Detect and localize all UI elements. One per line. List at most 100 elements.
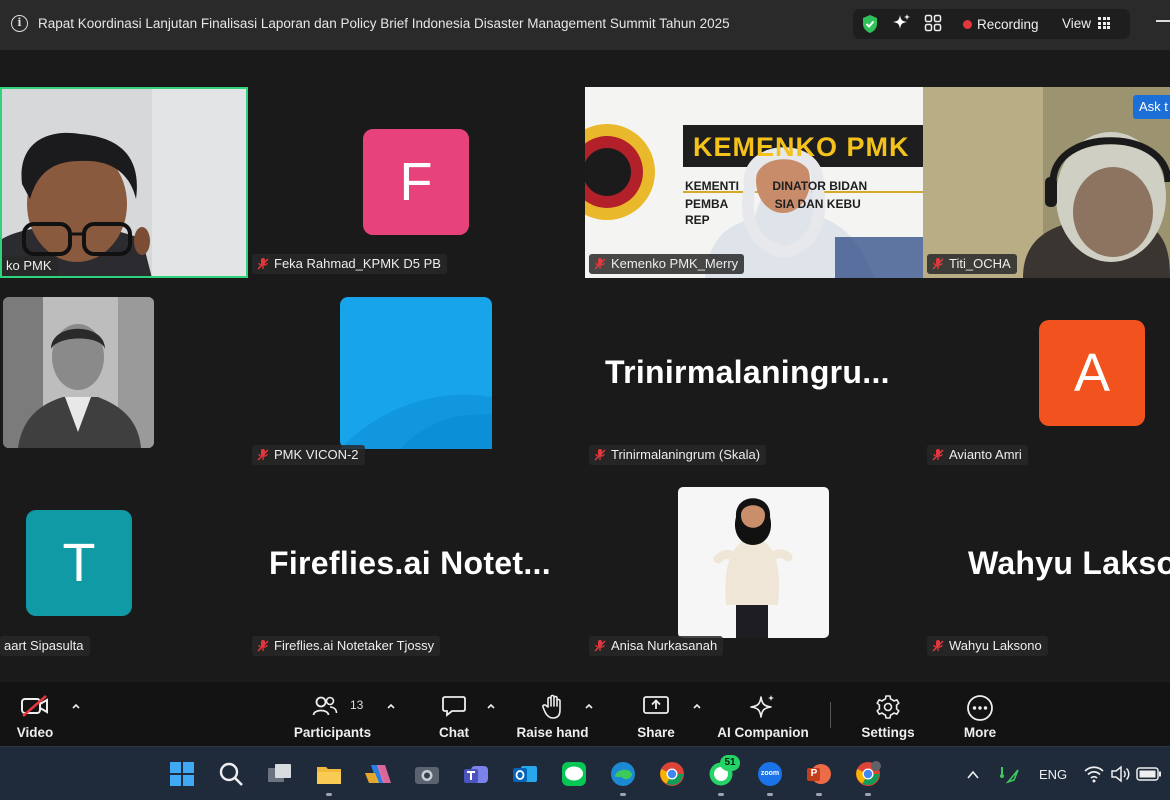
chevron-up-icon[interactable] — [584, 701, 594, 711]
participant-name-tag: Fireflies.ai Notetaker Tjossy — [252, 636, 441, 656]
participant-name-tag: Titi_OCHA — [927, 254, 1017, 274]
edge-browser-icon[interactable] — [610, 761, 636, 787]
participant-tile[interactable]: Fireflies.ai Notet... Fireflies.ai Notet… — [248, 469, 585, 660]
chat-label: Chat — [439, 725, 469, 740]
recording-dot-icon — [963, 20, 972, 29]
app-indicator — [718, 793, 724, 796]
app-indicator — [816, 793, 822, 796]
participant-photo — [678, 487, 829, 638]
video-off-icon — [21, 695, 48, 717]
participant-tile[interactable]: T aart Sipasulta — [0, 469, 248, 660]
mic-muted-icon — [932, 258, 944, 270]
chrome-profile-icon[interactable] — [855, 761, 881, 787]
video-button[interactable]: Video — [5, 682, 65, 746]
mic-muted-icon — [257, 258, 269, 270]
participants-count: 13 — [350, 698, 364, 712]
chevron-up-icon[interactable] — [692, 701, 702, 711]
participant-tile[interactable]: F Feka Rahmad_KPMK D5 PB — [248, 87, 585, 278]
participant-photo — [3, 297, 154, 448]
chevron-up-icon[interactable] — [71, 701, 81, 711]
participant-tile[interactable]: Trinirmalaningru... Trinirmalaningrum (S… — [585, 278, 923, 469]
video-label: Video — [16, 725, 54, 740]
chat-icon — [442, 696, 466, 717]
video-gallery: ko PMK F Feka Rahmad_KPMK D5 PB KEMENKO … — [0, 50, 1170, 682]
more-dots-icon — [967, 695, 993, 721]
info-icon[interactable]: i — [11, 15, 28, 32]
ai-sparkle-icon — [750, 695, 774, 718]
gear-icon — [876, 695, 900, 719]
mic-muted-icon — [932, 640, 944, 652]
ai-companion-button[interactable]: AI Companion — [715, 682, 811, 746]
participants-button[interactable]: 13 Participants — [290, 682, 375, 746]
app-indicator — [767, 793, 773, 796]
participant-wallpaper — [340, 297, 492, 449]
ai-sparkle-icon[interactable] — [891, 13, 911, 33]
participant-tile[interactable]: PMK VICON-2 — [248, 278, 585, 469]
settings-label: Settings — [861, 725, 915, 740]
participant-tile[interactable]: ko PMK — [0, 87, 248, 278]
grid-view-icon[interactable] — [1098, 17, 1110, 29]
volume-icon[interactable] — [1110, 765, 1130, 783]
ai-companion-label: AI Companion — [717, 725, 809, 740]
share-button[interactable]: Share — [630, 682, 682, 746]
chevron-up-icon[interactable] — [486, 701, 496, 711]
participant-name-tag: Feka Rahmad_KPMK D5 PB — [252, 254, 447, 274]
participant-name-tag: Avianto Amri — [927, 445, 1028, 465]
share-label: Share — [637, 725, 675, 740]
participant-name-tag: Wahyu Laksono — [927, 636, 1048, 656]
banner-subtext: KEMENTI DINATOR BIDAN — [685, 179, 868, 193]
language-indicator[interactable]: ENG — [1039, 767, 1067, 782]
participant-tile[interactable] — [3, 297, 154, 448]
participants-label: Participants — [293, 725, 372, 740]
outlook-icon[interactable] — [512, 761, 538, 787]
participant-tile[interactable]: A Avianto Amri — [923, 278, 1170, 469]
meeting-title: Rapat Koordinasi Lanjutan Finalisasi Lap… — [38, 16, 730, 31]
shield-check-icon[interactable] — [861, 14, 879, 34]
participant-tile[interactable]: Anisa Nurkasanah — [585, 469, 923, 660]
ask-button[interactable]: Ask t — [1133, 95, 1170, 119]
mic-muted-icon — [594, 449, 606, 461]
mic-muted-icon — [257, 449, 269, 461]
participant-tile[interactable]: Wahyu Lakso Wahyu Laksono — [923, 469, 1170, 660]
participant-name-tag: Kemenko PMK_Merry — [589, 254, 745, 274]
chevron-up-icon[interactable] — [386, 701, 396, 711]
banner-subtext: REP — [685, 213, 710, 227]
tray-chevron-up-icon[interactable] — [966, 768, 980, 782]
file-explorer-icon[interactable] — [316, 761, 342, 787]
whatsapp-unread-badge: 51 — [720, 755, 740, 771]
more-label: More — [963, 725, 997, 740]
participant-display-name: Trinirmalaningru... — [605, 354, 890, 390]
more-button[interactable]: More — [955, 682, 1005, 746]
recording-label[interactable]: Recording — [977, 17, 1039, 32]
minimize-icon[interactable] — [1156, 20, 1170, 22]
battery-icon[interactable] — [1136, 767, 1162, 781]
raise-hand-button[interactable]: Raise hand — [515, 682, 590, 746]
search-icon[interactable] — [218, 761, 244, 787]
participant-name-tag: Trinirmalaningrum (Skala) — [589, 445, 767, 465]
participant-tile[interactable]: KEMENKO PMK KEMENTI DINATOR BIDAN PEMBA … — [585, 87, 923, 278]
meeting-toolbar: Video 13 Participants Chat Raise hand Sh… — [0, 682, 1170, 746]
view-button[interactable]: View — [1062, 16, 1091, 31]
chrome-icon[interactable] — [659, 761, 685, 787]
participants-icon — [312, 696, 337, 716]
camera-icon[interactable] — [414, 761, 440, 787]
mic-muted-icon — [932, 449, 944, 461]
participant-video — [2, 89, 246, 276]
task-view-icon[interactable] — [267, 761, 293, 787]
apps-icon[interactable] — [924, 14, 942, 32]
teams-icon[interactable] — [463, 761, 489, 787]
participant-name-tag: ko PMK — [2, 256, 58, 276]
chat-button[interactable]: Chat — [430, 682, 478, 746]
mic-muted-icon — [257, 640, 269, 652]
app-indicator — [326, 793, 332, 796]
line-app-icon[interactable] — [561, 761, 587, 787]
copilot-icon[interactable] — [365, 761, 391, 787]
settings-button[interactable]: Settings — [858, 682, 918, 746]
powerpoint-letter: P — [810, 768, 818, 779]
location-signal-icon[interactable] — [998, 764, 1022, 784]
participant-tile[interactable]: Ask t Titi_OCHA — [923, 87, 1170, 278]
participant-avatar: T — [26, 510, 132, 616]
app-indicator — [620, 793, 626, 796]
windows-start-icon[interactable] — [169, 761, 195, 787]
wifi-icon[interactable] — [1084, 765, 1104, 783]
